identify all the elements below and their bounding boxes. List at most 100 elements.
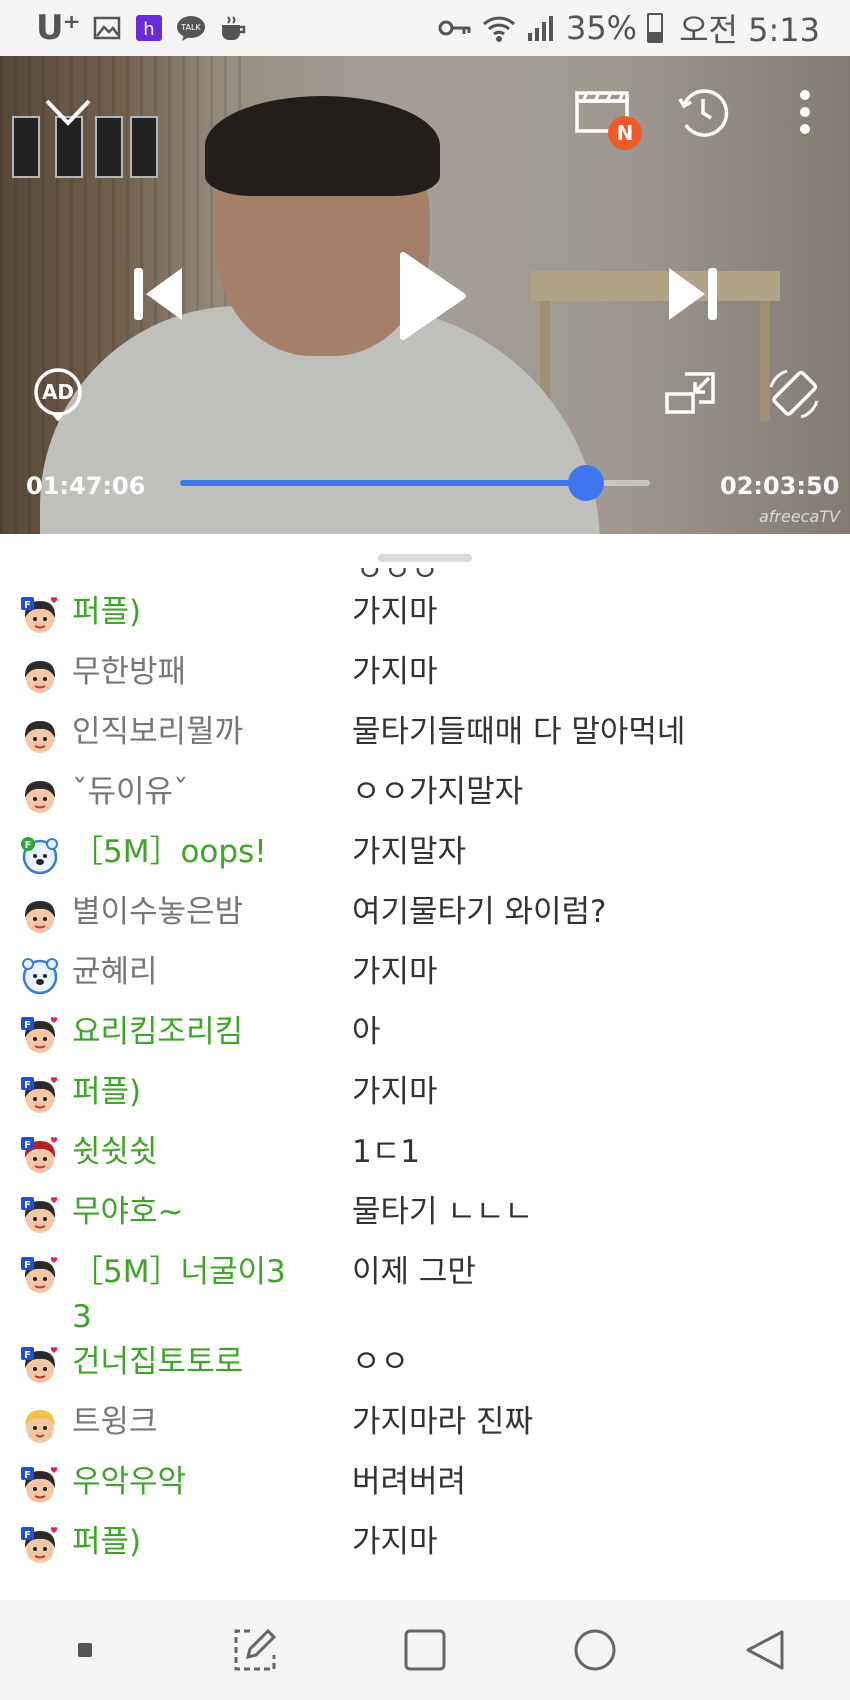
chat-nickname[interactable]: 무한방패 — [72, 650, 352, 695]
chat-text: 아 — [352, 1014, 381, 1050]
battery-icon — [647, 13, 664, 43]
chat-nickname[interactable]: 요리킴조리킴 — [72, 1010, 352, 1055]
vpn-key-icon — [438, 20, 471, 36]
chat-message[interactable]: 무한방패 가지마 — [0, 650, 850, 710]
chat-text: 가지마 — [352, 1074, 438, 1110]
user-avatar-icon[interactable]: F — [20, 1526, 60, 1566]
chat-message[interactable]: 균혜리 가지마 — [0, 950, 850, 1010]
chat-message[interactable]: F 우악우악 버려버려 — [0, 1460, 850, 1520]
next-button[interactable] — [660, 261, 726, 327]
chat-text: 1ㄷ1 — [352, 1134, 420, 1170]
previous-button[interactable] — [125, 261, 191, 327]
chat-nickname[interactable]: 인직보리뭘까 — [72, 710, 352, 755]
svg-text:F: F — [24, 1020, 31, 1031]
seek-bar[interactable] — [180, 465, 650, 501]
user-avatar-icon[interactable] — [20, 896, 60, 936]
chat-nickname[interactable]: ［5M］너굴이3 3 — [72, 1250, 352, 1340]
more-button[interactable] — [785, 84, 825, 140]
chat-nickname[interactable]: 쉿쉿쉿 — [72, 1130, 352, 1175]
play-button[interactable] — [392, 251, 472, 341]
clip-button[interactable]: N — [574, 86, 642, 150]
avatar-icon: F — [21, 1197, 58, 1233]
avatar-icon: F — [21, 1077, 58, 1113]
chat-text: ㅇㅇ가지말자 — [352, 774, 524, 810]
avatar-icon — [22, 958, 58, 995]
user-avatar-icon[interactable]: F — [20, 1346, 60, 1386]
chat-nickname[interactable]: ［5M］oops! — [72, 830, 352, 875]
chat-nickname[interactable]: 트윙크 — [72, 1400, 352, 1445]
chat-text: 가지말자 — [352, 834, 467, 870]
chat-message[interactable]: F 무야호~ 물타기 ㄴㄴㄴ — [0, 1190, 850, 1250]
user-avatar-icon[interactable]: F — [20, 1136, 60, 1176]
chat-nickname[interactable]: 균혜리 — [72, 950, 352, 995]
chat-message[interactable]: 인직보리뭘까 물타기들때매 다 말아먹네 — [0, 710, 850, 770]
home-icon — [574, 1629, 616, 1671]
back-button[interactable] — [735, 1620, 795, 1680]
status-bar: U⁺ h TALK 35% 오전 5:13 — [0, 0, 850, 56]
chat-text: 여기물타기 와이럼? — [352, 894, 607, 930]
chat-message[interactable]: 별이수놓은밤 여기물타기 와이럼? — [0, 890, 850, 950]
user-avatar-icon[interactable]: F — [20, 1256, 60, 1296]
chat-text: 가지마 — [352, 1524, 438, 1560]
collapse-button[interactable] — [42, 86, 94, 138]
ad-button[interactable]: AD — [30, 366, 86, 422]
dot-icon — [78, 1643, 92, 1657]
user-avatar-icon[interactable]: F — [20, 596, 60, 636]
chat-nickname[interactable]: 건너집토토로 — [72, 1340, 352, 1385]
avatar-icon: F — [21, 1137, 58, 1173]
chat-text: 가지마 — [352, 654, 438, 690]
svg-text:h: h — [143, 19, 154, 40]
edit-screenshot-button[interactable] — [225, 1620, 285, 1680]
chat-message[interactable]: F ［5M］너굴이3 3 이제 그만 — [0, 1250, 850, 1340]
chat-nickname[interactable]: 별이수놓은밤 — [72, 890, 352, 935]
user-avatar-icon[interactable]: F — [20, 1016, 60, 1056]
skip-next-icon — [669, 268, 717, 320]
clock-history-icon — [678, 89, 729, 137]
chat-nickname[interactable]: ˇ듀이유ˇ — [72, 770, 352, 815]
user-avatar-icon[interactable]: F — [20, 836, 60, 876]
user-avatar-icon[interactable]: F — [20, 1196, 60, 1236]
chat-nickname[interactable]: 퍼플) — [72, 1520, 352, 1565]
ad-icon: AD — [34, 368, 82, 421]
user-avatar-icon[interactable] — [20, 716, 60, 756]
coffee-icon — [221, 16, 245, 40]
history-button[interactable] — [675, 84, 731, 140]
avatar-icon — [24, 721, 56, 753]
chat-text: 이제 그만 — [352, 1254, 476, 1290]
chat-message[interactable]: 트윙크 가지마라 진짜 — [0, 1400, 850, 1460]
drag-handle[interactable] — [378, 554, 472, 562]
home-button[interactable] — [565, 1620, 625, 1680]
chat-panel[interactable]: ㅇㅇㅇ F 퍼플) 가지마 무한방패 가지마 인직보리뭘까 물타기들때매 다 말아먹네 ˇ듀이… — [0, 534, 850, 1600]
chat-message[interactable]: F 퍼플) 가지마 — [0, 590, 850, 650]
rotate-button[interactable] — [764, 364, 824, 424]
user-avatar-icon[interactable] — [20, 656, 60, 696]
chat-message[interactable]: F 퍼플) 가지마 — [0, 1070, 850, 1130]
avatar-icon: F — [21, 837, 58, 875]
chat-nickname[interactable]: 무야호~ — [72, 1190, 352, 1235]
edit-icon — [234, 1628, 277, 1671]
chat-message[interactable]: F 쉿쉿쉿 1ㄷ1 — [0, 1130, 850, 1190]
chat-message[interactable]: F ［5M］oops! 가지말자 — [0, 830, 850, 890]
recents-button[interactable] — [395, 1620, 455, 1680]
dot-button[interactable] — [55, 1620, 115, 1680]
chat-text: 물타기 ㄴㄴㄴ — [352, 1194, 533, 1230]
user-avatar-icon[interactable]: F — [20, 1466, 60, 1506]
seek-bar-progress — [180, 480, 587, 486]
chat-nickname[interactable]: 우악우악 — [72, 1460, 352, 1505]
chat-message[interactable]: F 요리킴조리킴 아 — [0, 1010, 850, 1070]
chat-nickname[interactable]: 퍼플) — [72, 1070, 352, 1115]
chat-nickname[interactable]: 퍼플) — [72, 590, 352, 635]
avatar-icon — [25, 1410, 55, 1443]
pip-button[interactable] — [662, 368, 718, 418]
chat-message[interactable]: F 퍼플) 가지마 — [0, 1520, 850, 1580]
chat-message[interactable]: ˇ듀이유ˇ ㅇㅇ가지말자 — [0, 770, 850, 830]
user-avatar-icon[interactable] — [20, 776, 60, 816]
user-avatar-icon[interactable]: F — [20, 1076, 60, 1116]
user-avatar-icon[interactable] — [20, 956, 60, 996]
avatar-icon: F — [21, 1527, 58, 1563]
user-avatar-icon[interactable] — [20, 1406, 60, 1446]
video-player[interactable]: N AD 01:47:06 02:03:50 afreecaTV — [0, 56, 850, 534]
chat-text: 가지마 — [352, 594, 438, 630]
chat-message[interactable]: F 건너집토토로 ㅇㅇ — [0, 1340, 850, 1400]
screen-rotate-icon — [769, 369, 819, 419]
